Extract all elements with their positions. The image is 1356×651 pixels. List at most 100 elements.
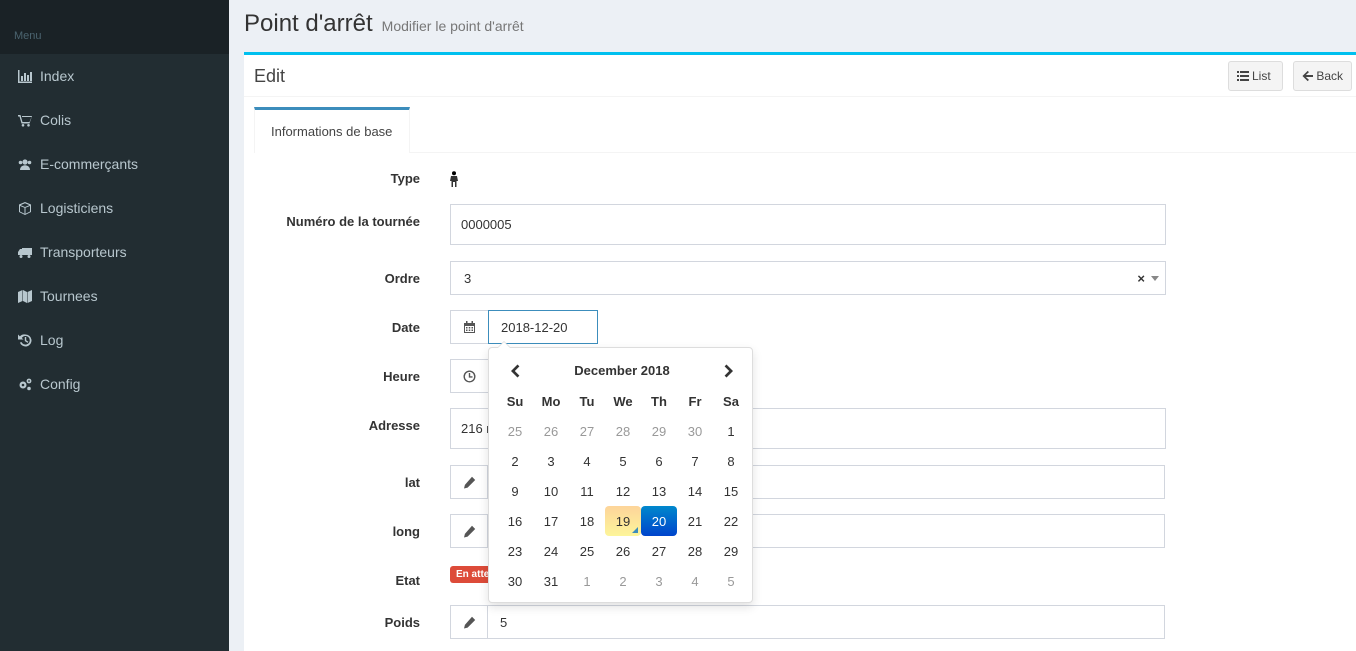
calendar-day[interactable]: 10 [533, 476, 569, 506]
calendar-day[interactable]: 17 [533, 506, 569, 536]
calendar-day[interactable]: 1 [569, 566, 605, 596]
calendar-day[interactable]: 8 [713, 446, 749, 476]
calendar-day[interactable]: 6 [641, 446, 677, 476]
calendar-day[interactable]: 23 [497, 536, 533, 566]
sidebar-item-label: Log [40, 332, 64, 348]
clear-selection-icon[interactable]: × [1137, 271, 1145, 286]
tournee-input[interactable]: 0000005 [450, 204, 1166, 245]
tab-informations-de-base[interactable]: Informations de base [254, 107, 410, 153]
sidebar-item-config[interactable]: Config [0, 362, 229, 406]
calendar-day[interactable]: 25 [569, 536, 605, 566]
lat-label: lat [404, 475, 420, 490]
calendar-day[interactable]: 29 [713, 536, 749, 566]
calendar-day[interactable]: 5 [605, 446, 641, 476]
calendar-day-selected[interactable]: 20 [641, 506, 677, 536]
prev-month-button[interactable] [497, 360, 533, 382]
calendar-day[interactable]: 3 [533, 446, 569, 476]
sidebar-item-tournees[interactable]: Tournees [0, 274, 229, 318]
cart-icon [17, 113, 33, 127]
sidebar-item-label: Tournees [40, 288, 98, 304]
calendar-day[interactable]: 5 [713, 566, 749, 596]
calendar-day[interactable]: 25 [497, 416, 533, 446]
day-of-week-header: We [613, 393, 633, 409]
tournee-label: Numéro de la tournée [286, 214, 420, 229]
calendar-day[interactable]: 11 [569, 476, 605, 506]
sidebar-item-e-commercants[interactable]: E-commerçants [0, 142, 229, 186]
calendar-day[interactable]: 7 [677, 446, 713, 476]
bar-chart-icon [17, 69, 33, 83]
sidebar-item-log[interactable]: Log [0, 318, 229, 362]
adresse-label: Adresse [368, 418, 420, 433]
sidebar-item-colis[interactable]: Colis [0, 98, 229, 142]
list-button[interactable]: List [1228, 61, 1283, 91]
calendar-day[interactable]: 13 [641, 476, 677, 506]
calendar-day[interactable]: 31 [533, 566, 569, 596]
calendar-day[interactable]: 14 [677, 476, 713, 506]
calendar-day[interactable]: 12 [605, 476, 641, 506]
sidebar-item-label: Logisticiens [40, 200, 114, 216]
day-of-week-header: Fr [688, 393, 702, 409]
ordre-label: Ordre [384, 271, 420, 286]
sidebar: Menu Index Colis E-commerçants Logistici… [0, 0, 229, 651]
cube-icon [17, 201, 33, 215]
day-of-week-header: Sa [723, 393, 739, 409]
sidebar-item-index[interactable]: Index [0, 54, 229, 98]
edit-box: Edit List Back Informations de base [244, 52, 1356, 651]
back-button-label: Back [1316, 69, 1343, 83]
calendar-day[interactable]: 30 [677, 416, 713, 446]
map-icon [17, 289, 33, 303]
poids-label: Poids [384, 615, 420, 630]
calendar-day-today[interactable]: 19 [605, 506, 641, 536]
sidebar-item-label: Transporteurs [40, 244, 127, 260]
calendar-day[interactable]: 22 [713, 506, 749, 536]
day-of-week-header: Th [651, 393, 667, 409]
calendar-day[interactable]: 3 [641, 566, 677, 596]
poids-input[interactable]: 5 [487, 605, 1165, 639]
tabs: Informations de base [254, 107, 1356, 153]
sidebar-item-label: Config [40, 376, 81, 392]
sidebar-item-transporteurs[interactable]: Transporteurs [0, 230, 229, 274]
calendar-day[interactable]: 2 [497, 446, 533, 476]
calendar-day[interactable]: 18 [569, 506, 605, 536]
calendar-day[interactable]: 1 [713, 416, 749, 446]
calendar-day[interactable]: 9 [497, 476, 533, 506]
calendar-day[interactable]: 15 [713, 476, 749, 506]
list-icon [1237, 71, 1249, 81]
calendar-day[interactable]: 2 [605, 566, 641, 596]
calendar-day[interactable]: 21 [677, 506, 713, 536]
calendar-day[interactable]: 26 [605, 536, 641, 566]
datepicker-grid: Su Mo Tu We Th Fr Sa 25 26 27 28 29 30 1 2 3 4 5 6 7 8 9 10 11 1… [497, 386, 749, 596]
back-button[interactable]: Back [1293, 61, 1352, 91]
next-month-button[interactable] [711, 360, 747, 382]
users-icon [17, 157, 33, 171]
calendar-day[interactable]: 4 [677, 566, 713, 596]
pencil-icon [450, 465, 488, 499]
clock-icon[interactable] [450, 359, 489, 393]
calendar-day[interactable]: 16 [497, 506, 533, 536]
ordre-selected-value: 3 [464, 270, 472, 286]
calendar-day[interactable]: 4 [569, 446, 605, 476]
etat-label: Etat [395, 573, 420, 588]
datepicker-month-title[interactable]: December 2018 [533, 363, 711, 378]
long-label: long [392, 524, 420, 539]
chevron-down-icon[interactable] [1151, 276, 1159, 281]
calendar-day[interactable]: 26 [533, 416, 569, 446]
calendar-day[interactable]: 30 [497, 566, 533, 596]
pencil-icon [450, 605, 488, 639]
calendar-icon[interactable] [450, 310, 489, 344]
calendar-day[interactable]: 28 [605, 416, 641, 446]
calendar-day[interactable]: 27 [569, 416, 605, 446]
date-label: Date [391, 320, 420, 335]
calendar-day[interactable]: 29 [641, 416, 677, 446]
history-icon [17, 333, 33, 347]
sidebar-item-logisticiens[interactable]: Logisticiens [0, 186, 229, 230]
calendar-day[interactable]: 27 [641, 536, 677, 566]
pencil-icon [450, 514, 488, 548]
ordre-select[interactable]: 3 × [450, 261, 1166, 295]
sidebar-header: Menu [0, 0, 229, 54]
cogs-icon [17, 377, 33, 391]
calendar-day[interactable]: 28 [677, 536, 713, 566]
page-title: Point d'arrêt [244, 10, 373, 37]
date-input[interactable]: 2018-12-20 [488, 310, 598, 344]
calendar-day[interactable]: 24 [533, 536, 569, 566]
